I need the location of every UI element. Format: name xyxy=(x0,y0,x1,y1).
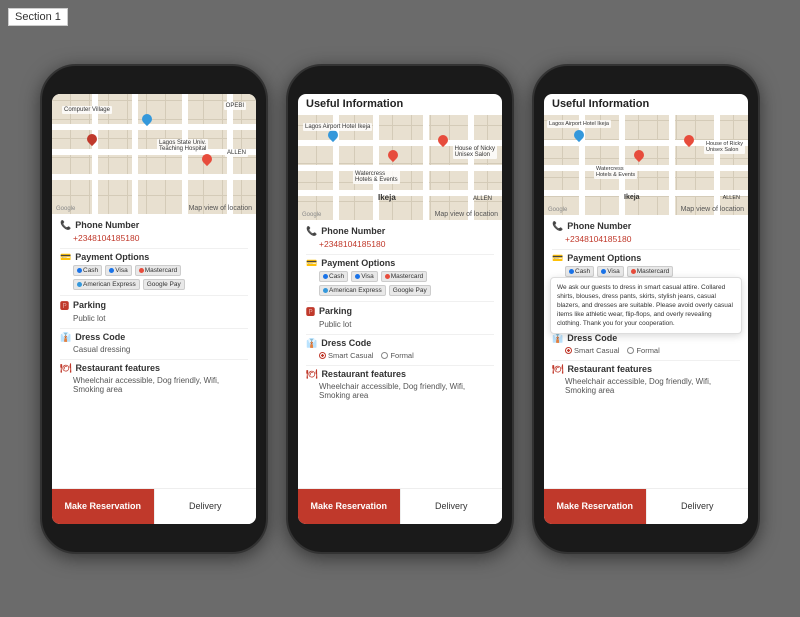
phone-2-phone-value: +2348104185180 xyxy=(319,239,494,249)
phone-1-phone-value: +2348104185180 xyxy=(73,233,248,243)
phone-2-dress-label: Dress Code xyxy=(321,338,371,348)
phone-3-payment-label: Payment Options xyxy=(567,253,641,263)
phone-3-dress-label: Dress Code xyxy=(567,333,617,343)
phone-1-dress-value: Casual dressing xyxy=(73,345,248,354)
phone-3-restaurant-label: Restaurant features xyxy=(567,364,652,374)
phone-1-map: Computer Village Lagos State Univ.Teachi… xyxy=(52,94,256,214)
phone-3: Useful Information Lagos Airport Hotel I… xyxy=(532,64,760,554)
phone-1-screen: Computer Village Lagos State Univ.Teachi… xyxy=(52,94,256,524)
phone-2-parking-section: 🅿 Parking Public lot xyxy=(306,305,494,329)
phone-2-screen: Useful Information Lagos Airport Hotel I… xyxy=(298,94,502,524)
section-label: Section 1 xyxy=(8,8,68,26)
phone-2-delivery-button[interactable]: Delivery xyxy=(400,489,503,524)
phone-3-delivery-button[interactable]: Delivery xyxy=(646,489,749,524)
phone-3-phone-icon: 📞 xyxy=(552,221,563,232)
phone-1-phone-label: Phone Number xyxy=(75,220,139,230)
dress-icon: 👔 xyxy=(60,332,71,343)
phone-3-tooltip: We ask our guests to dress in smart casu… xyxy=(550,277,742,334)
phone-2: Useful Information Lagos Airport Hotel I… xyxy=(286,64,514,554)
phone-icon: 📞 xyxy=(60,220,71,231)
phone-3-phone-section: 📞 Phone Number +2348104185180 xyxy=(552,221,740,244)
phone-1-dress-section: 👔 Dress Code Casual dressing xyxy=(60,332,248,354)
phone-1-parking-value: Public lot xyxy=(73,314,248,323)
phone-1-phone-section: 📞 Phone Number +2348104185180 xyxy=(60,220,248,243)
phone-3-dress-section: 👔 Dress Code Smart Casual Formal xyxy=(552,333,740,355)
phone-2-buttons: Make Reservation Delivery xyxy=(298,488,502,524)
phone-2-restaurant-value: Wheelchair accessible, Dog friendly, Wif… xyxy=(319,382,494,400)
phone-2-phone-label: Phone Number xyxy=(321,226,385,236)
phone-2-restaurant-label: Restaurant features xyxy=(321,369,406,379)
phone-2-parking-label: Parking xyxy=(319,306,352,316)
phone-3-restaurant-icon: 🍽 xyxy=(552,364,563,375)
phone-3-restaurant-value: Wheelchair accessible, Dog friendly, Wif… xyxy=(565,377,740,395)
phone-1-dress-label: Dress Code xyxy=(75,332,125,342)
phone-2-title: Useful Information xyxy=(298,94,502,110)
phone-2-dress-section: 👔 Dress Code Smart Casual Formal xyxy=(306,338,494,360)
phone-2-restaurant-icon: 🍽 xyxy=(306,369,317,380)
phone-3-title: Useful Information xyxy=(544,94,748,110)
phone-3-content: 📞 Phone Number +2348104185180 💳 Payment … xyxy=(544,215,748,487)
phone-1-delivery-button[interactable]: Delivery xyxy=(154,489,257,524)
phone-2-phone-icon: 📞 xyxy=(306,226,317,237)
phone-2-smart-casual-option[interactable]: Smart Casual xyxy=(319,351,373,360)
phone-3-payment-icon: 💳 xyxy=(552,253,563,264)
phone-3-map: Lagos Airport Hotel Ikeja House of Ricky… xyxy=(544,115,748,215)
phone-3-tooltip-text: We ask our guests to dress in smart casu… xyxy=(557,284,733,327)
phone-1-restaurant-label: Restaurant features xyxy=(75,363,160,373)
phone-3-formal-option[interactable]: Formal xyxy=(627,346,659,355)
phone-3-dress-options: Smart Casual Formal xyxy=(565,346,740,355)
phone-2-map-label: Map view of location xyxy=(435,211,498,218)
phone-2-parking-value: Public lot xyxy=(319,320,494,329)
phone-3-buttons: Make Reservation Delivery xyxy=(544,488,748,524)
phone-2-reservation-button[interactable]: Make Reservation xyxy=(298,489,400,524)
phone-3-map-label: Map view of location xyxy=(681,206,744,213)
phone-2-payment-icon: 💳 xyxy=(306,258,317,269)
phone-1-payment-label: Payment Options xyxy=(75,252,149,262)
phone-2-formal-option[interactable]: Formal xyxy=(381,351,413,360)
phone-1-buttons: Make Reservation Delivery xyxy=(52,488,256,524)
phone-2-map: Lagos Airport Hotel Ikeja House of Nicky… xyxy=(298,115,502,220)
phone-1: Computer Village Lagos State Univ.Teachi… xyxy=(40,64,268,554)
phone-2-dress-options: Smart Casual Formal xyxy=(319,351,494,360)
phone-3-reservation-button[interactable]: Make Reservation xyxy=(544,489,646,524)
phone-2-payment-label: Payment Options xyxy=(321,258,395,268)
phone-3-phone-value: +2348104185180 xyxy=(565,234,740,244)
phone-3-restaurant-section: 🍽 Restaurant features Wheelchair accessi… xyxy=(552,364,740,395)
phone-1-restaurant-value: Wheelchair accessible, Dog friendly, Wif… xyxy=(73,376,248,394)
phone-1-map-label: Map view of location xyxy=(189,205,252,212)
phone-3-screen: Useful Information Lagos Airport Hotel I… xyxy=(544,94,748,524)
phones-container: Computer Village Lagos State Univ.Teachi… xyxy=(0,0,800,617)
phone-2-restaurant-section: 🍽 Restaurant features Wheelchair accessi… xyxy=(306,369,494,400)
phone-3-smart-casual-option[interactable]: Smart Casual xyxy=(565,346,619,355)
phone-1-content: 📞 Phone Number +2348104185180 💳 Payment … xyxy=(52,214,256,486)
phone-1-parking-label: Parking xyxy=(73,300,106,310)
phone-3-phone-label: Phone Number xyxy=(567,221,631,231)
phone-2-parking-icon: 🅿 xyxy=(306,305,315,318)
phone-1-reservation-button[interactable]: Make Reservation xyxy=(52,489,154,524)
phone-3-dress-icon: 👔 xyxy=(552,333,563,344)
phone-2-payment-section: 💳 Payment Options Cash Visa Mastercard A… xyxy=(306,258,494,296)
phone-1-payment-section: 💳 Payment Options Cash Visa Mastercard A… xyxy=(60,252,248,290)
restaurant-icon: 🍽 xyxy=(60,363,71,374)
phone-2-content: 📞 Phone Number +2348104185180 💳 Payment … xyxy=(298,220,502,492)
phone-2-phone-section: 📞 Phone Number +2348104185180 xyxy=(306,226,494,249)
payment-icon: 💳 xyxy=(60,252,71,263)
parking-icon: 🅿 xyxy=(60,299,69,312)
phone-1-parking-section: 🅿 Parking Public lot xyxy=(60,299,248,323)
phone-1-restaurant-section: 🍽 Restaurant features Wheelchair accessi… xyxy=(60,363,248,394)
phone-2-dress-icon: 👔 xyxy=(306,338,317,349)
